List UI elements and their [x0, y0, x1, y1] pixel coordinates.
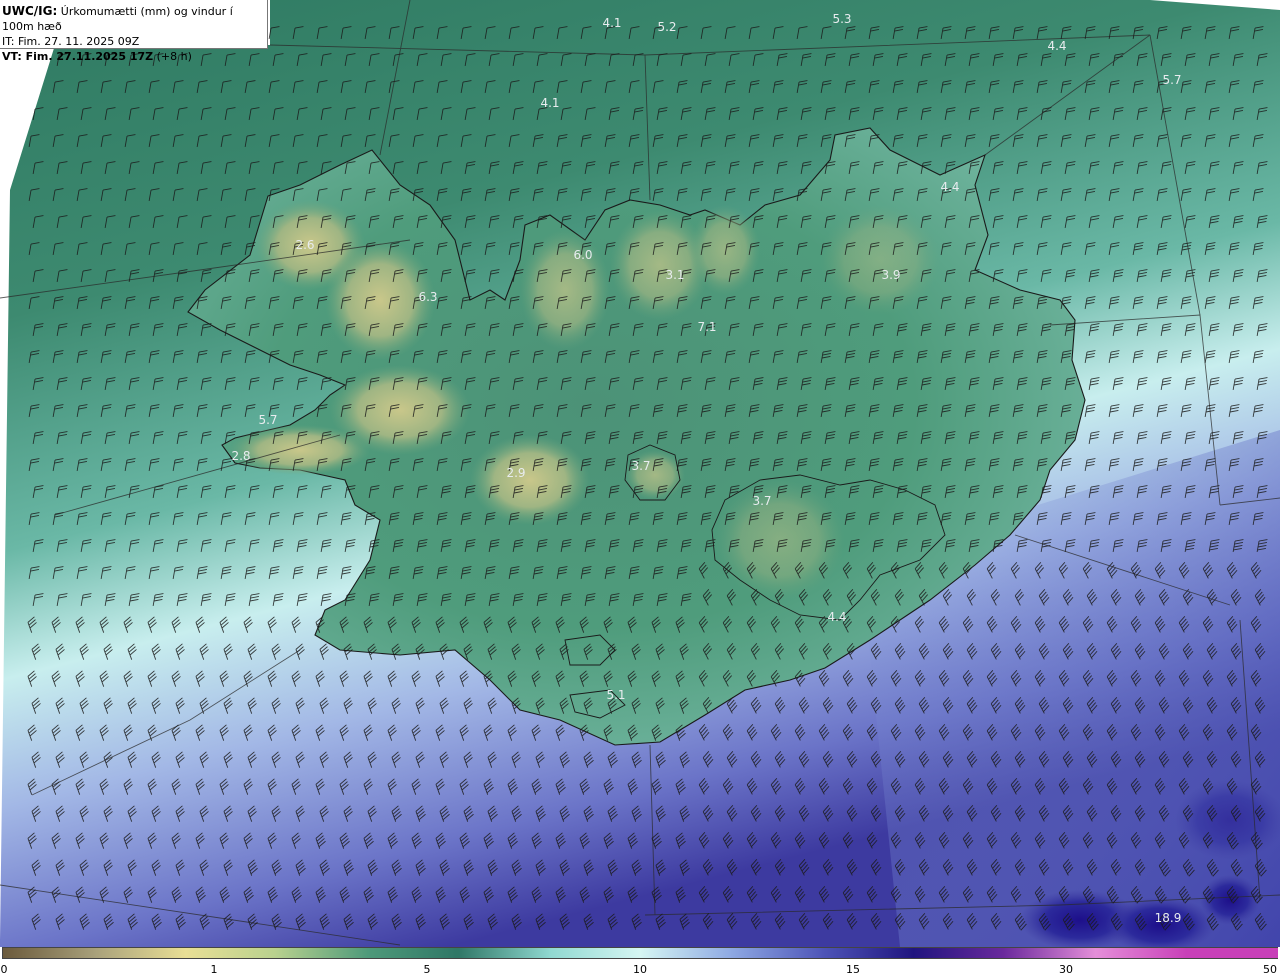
precip-value-label: 4.1 — [602, 16, 621, 30]
colorbar-segment — [185, 948, 277, 958]
map-header: UWC/IG: Úrkomumætti (mm) og vindur í 100… — [0, 0, 268, 63]
title-line: UWC/IG: Úrkomumætti (mm) og vindur í 100… — [2, 4, 267, 34]
colorbar-segment — [1004, 948, 1096, 958]
colorbar-segment — [1186, 948, 1278, 958]
colorbar-segment — [913, 948, 1005, 958]
colorbar-segment — [276, 948, 368, 958]
valid-time: VT: Fim. 27.11.2025 17Z (+8 h) — [2, 50, 192, 63]
colorbar-segment — [94, 948, 186, 958]
colorbar-segment — [549, 948, 641, 958]
init-time: IT: Fim. 27. 11. 2025 09Z — [2, 35, 140, 48]
precip-value-label: 5.3 — [832, 12, 851, 26]
colorbar-tick-5: 5 — [423, 963, 431, 976]
precip-value-label: 3.7 — [752, 494, 771, 508]
colorbar-segment — [3, 948, 95, 958]
precip-value-label: 4.4 — [1047, 39, 1066, 53]
precip-value-label: 3.7 — [631, 459, 650, 473]
precip-value-label: 6.0 — [573, 248, 592, 262]
colorbar-segment — [822, 948, 914, 958]
model-name: UWC/IG: — [2, 4, 58, 18]
precip-colorbar: 0 1 5 10 15 30 50 — [0, 947, 1280, 978]
precip-value-label: 7.1 — [697, 320, 716, 334]
forecast-map: 4.1 5.2 5.3 4.4 5.7 4.1 4.4 2.6 6.3 6.0 3.1 3.9 7.1 5… — [0, 0, 1280, 947]
colorbar-segment — [367, 948, 459, 958]
forecast-map-view: 4.1 5.2 5.3 4.4 5.7 4.1 4.4 2.6 6.3 6.0 3.1 3.9 7.1 5… — [0, 0, 1280, 978]
precip-value-label: 3.1 — [665, 268, 684, 282]
colorbar-tick-30: 30 — [1059, 963, 1073, 976]
colorbar-segment — [1095, 948, 1187, 958]
colorbar-tick-50: 50 — [1263, 963, 1277, 976]
colorbar-strip — [2, 947, 1278, 959]
precip-value-label: 6.3 — [418, 290, 437, 304]
colorbar-tick-10: 10 — [633, 963, 647, 976]
precip-value-label: 2.9 — [506, 466, 525, 480]
precip-value-label: 5.2 — [657, 20, 676, 34]
colorbar-tick-15: 15 — [846, 963, 860, 976]
precip-value-label: 4.4 — [827, 610, 846, 624]
colorbar-tick-1: 1 — [210, 963, 218, 976]
precip-value-label: 2.8 — [231, 449, 250, 463]
precip-value-label: 4.4 — [940, 180, 959, 194]
colorbar-segment — [640, 948, 732, 958]
precip-value-label: 18.9 — [1155, 911, 1182, 925]
colorbar-tick-0: 0 — [0, 963, 8, 976]
precip-value-label: 2.6 — [295, 238, 314, 252]
precip-value-label: 5.7 — [1162, 73, 1181, 87]
colorbar-segment — [458, 948, 550, 958]
precip-value-label: 5.7 — [258, 413, 277, 427]
precip-value-label: 4.1 — [540, 96, 559, 110]
precip-value-label: 5.1 — [606, 688, 625, 702]
precip-value-label: 3.9 — [881, 268, 900, 282]
colorbar-segment — [731, 948, 823, 958]
